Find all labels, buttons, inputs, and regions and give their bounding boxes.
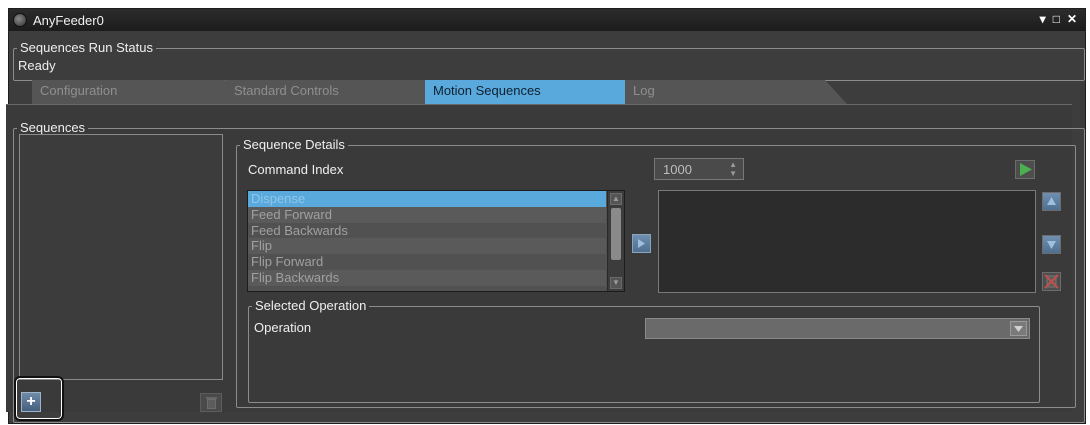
command-index-label: Command Index [248,162,344,177]
close-icon[interactable]: ✕ [1067,12,1077,26]
sequence-details-legend: Sequence Details [243,137,345,152]
operation-item-flip-forward[interactable]: Flip Forward [248,254,606,270]
add-operation-button[interactable] [632,234,651,253]
operation-label: Operation [254,320,312,335]
play-icon [1020,163,1032,176]
add-sequence-button[interactable]: + [21,392,41,412]
tab-standard-controls-label: Standard Controls [234,83,339,98]
remove-operation-button[interactable] [1042,272,1061,291]
tab-log-label: Log [633,83,655,98]
command-index-stepper[interactable]: 1000 ▲ ▼ [654,158,744,180]
maximize-icon[interactable]: □ [1053,12,1060,26]
operation-item-flip-backwards[interactable]: Flip Backwards [248,269,606,286]
tab-log[interactable]: Log [625,80,847,104]
arrow-right-icon [638,239,645,248]
selected-operation-legend: Selected Operation [255,298,367,313]
move-up-button[interactable] [1042,192,1061,211]
operation-select[interactable] [645,318,1030,339]
chevron-down-icon[interactable] [1010,321,1027,336]
operation-item-flip[interactable]: Flip [248,238,606,255]
tab-configuration[interactable]: Configuration [32,80,247,104]
move-down-button[interactable] [1042,235,1061,254]
scroll-down-icon[interactable]: ▼ [610,277,622,289]
scroll-up-icon[interactable]: ▲ [610,193,622,205]
sequence-operations-list[interactable] [658,190,1036,293]
arrow-up-icon [1047,197,1056,205]
operations-list[interactable]: Dispense Feed Forward Feed Backwards Fli… [247,190,625,292]
scroll-thumb[interactable] [611,208,621,260]
tab-motion-sequences-label: Motion Sequences [433,83,541,98]
run-status-value: Ready [18,58,56,73]
tab-motion-sequences[interactable]: Motion Sequences [425,80,647,104]
title-bar: AnyFeeder0 ▾ □ ✕ [9,9,1085,31]
selected-operation-group: Selected Operation [248,299,1040,403]
app-icon [13,13,27,27]
stepper-arrows-icon[interactable]: ▲ ▼ [729,160,737,178]
pin-dropdown-icon[interactable]: ▾ [1040,12,1046,26]
operation-item-dispense[interactable]: Dispense [248,191,606,207]
run-status-group: Sequences Run Status Ready [13,41,1085,81]
run-status-legend: Sequences Run Status [20,40,153,55]
operation-item-feed-forward[interactable]: Feed Forward [248,206,606,223]
delete-x-icon [1044,274,1059,289]
tab-bar: Configuration Standard Controls Motion S… [22,80,1072,104]
plus-icon: + [26,393,36,410]
operations-scrollbar[interactable]: ▲ ▼ [607,191,624,291]
tab-standard-controls[interactable]: Standard Controls [226,80,448,104]
run-sequence-button[interactable] [1015,160,1035,179]
window-controls: ▾ □ ✕ [1040,12,1077,26]
command-index-value: 1000 [663,162,692,177]
delete-sequence-button[interactable] [200,393,222,412]
sequences-list[interactable] [19,134,223,380]
window-title: AnyFeeder0 [33,13,104,28]
tab-configuration-label: Configuration [40,83,118,98]
operation-item-feed-backwards[interactable]: Feed Backwards [248,223,606,239]
arrow-down-icon [1047,241,1056,249]
sequences-legend: Sequences [20,120,86,135]
trash-icon [206,397,217,409]
